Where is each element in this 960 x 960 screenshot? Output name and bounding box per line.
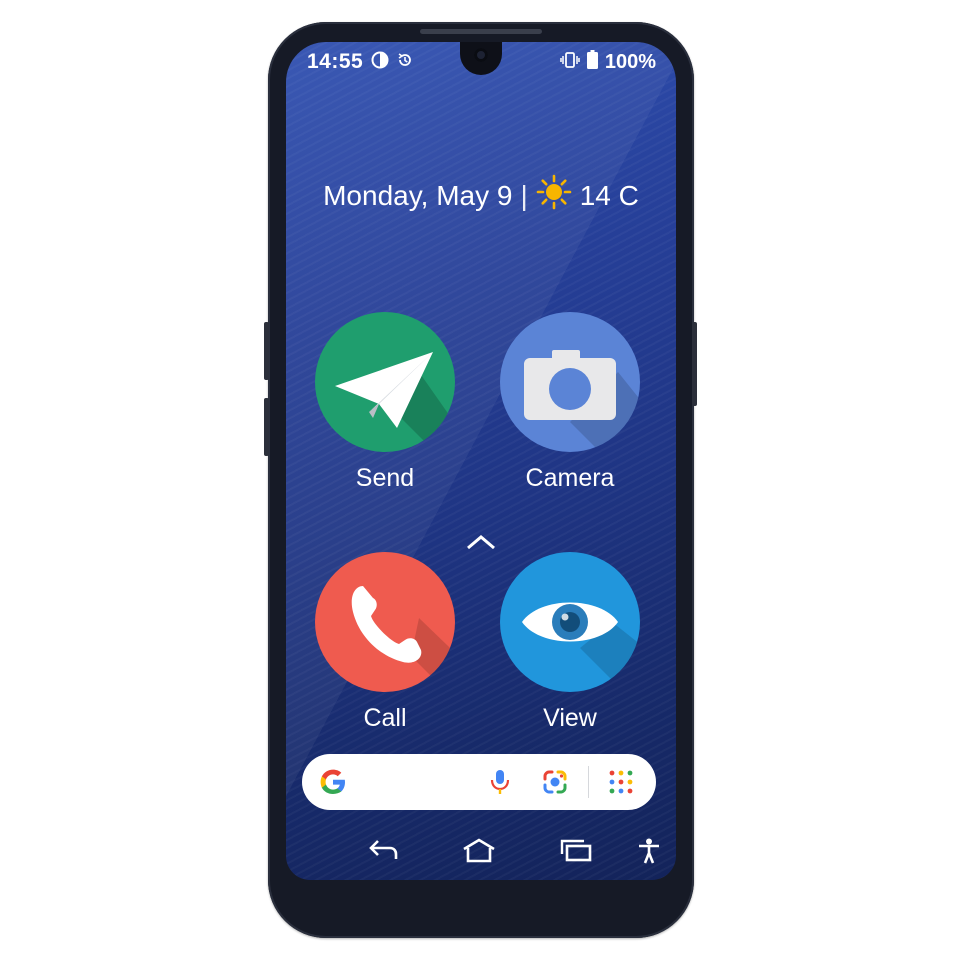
view-app[interactable]: View xyxy=(480,552,660,733)
microphone-icon[interactable] xyxy=(488,768,512,801)
home-screen: 14:55 100% Monday, May 9 | 14 C Send Cam… xyxy=(286,42,676,880)
view-app-label: View xyxy=(543,704,597,732)
date-label: Monday, May 9 xyxy=(323,179,513,211)
google-search-bar[interactable] xyxy=(302,754,656,810)
phone-icon xyxy=(351,586,455,692)
recents-icon[interactable] xyxy=(560,838,592,867)
navigation-bar xyxy=(286,830,676,870)
google-logo-icon[interactable] xyxy=(318,767,348,802)
battery-icon xyxy=(586,50,598,74)
data-saver-icon xyxy=(371,51,389,74)
date-weather-widget[interactable]: Monday, May 9 | 14 C xyxy=(286,174,676,217)
lens-icon[interactable] xyxy=(540,767,570,802)
volume-button-lower xyxy=(264,398,269,456)
sync-icon xyxy=(397,52,413,73)
call-app-label: Call xyxy=(363,704,407,732)
widget-separator: | xyxy=(520,179,528,211)
camera-icon xyxy=(524,350,640,452)
temperature-label: 14 C xyxy=(579,179,639,211)
call-app[interactable]: Call xyxy=(295,552,475,733)
status-bar-right: 100% xyxy=(560,50,656,74)
view-app-icon-bg xyxy=(500,552,640,692)
camera-app-label: Camera xyxy=(525,464,615,492)
power-button xyxy=(692,322,697,406)
call-app-icon-bg xyxy=(315,552,455,692)
sun-icon xyxy=(536,174,572,217)
camera-app[interactable]: Camera xyxy=(480,312,660,493)
send-app-label: Send xyxy=(355,464,415,492)
send-app-icon-bg xyxy=(315,312,455,452)
camera-app-icon-bg xyxy=(500,312,640,452)
battery-percentage: 100% xyxy=(604,50,656,73)
status-time: 14:55 xyxy=(307,50,364,73)
back-icon[interactable] xyxy=(368,838,400,867)
earpiece xyxy=(420,29,542,34)
paper-plane-icon xyxy=(335,352,455,452)
accessibility-icon[interactable] xyxy=(638,838,660,869)
volume-button xyxy=(264,322,269,380)
eye-icon xyxy=(522,602,640,692)
send-app[interactable]: Send xyxy=(295,312,475,493)
vibrate-icon xyxy=(560,51,580,73)
search-bar-divider xyxy=(588,766,589,798)
front-camera-icon xyxy=(474,48,488,62)
home-icon[interactable] xyxy=(462,838,496,869)
apps-grid-icon[interactable] xyxy=(608,769,634,800)
status-bar-left: 14:55 xyxy=(307,50,413,74)
